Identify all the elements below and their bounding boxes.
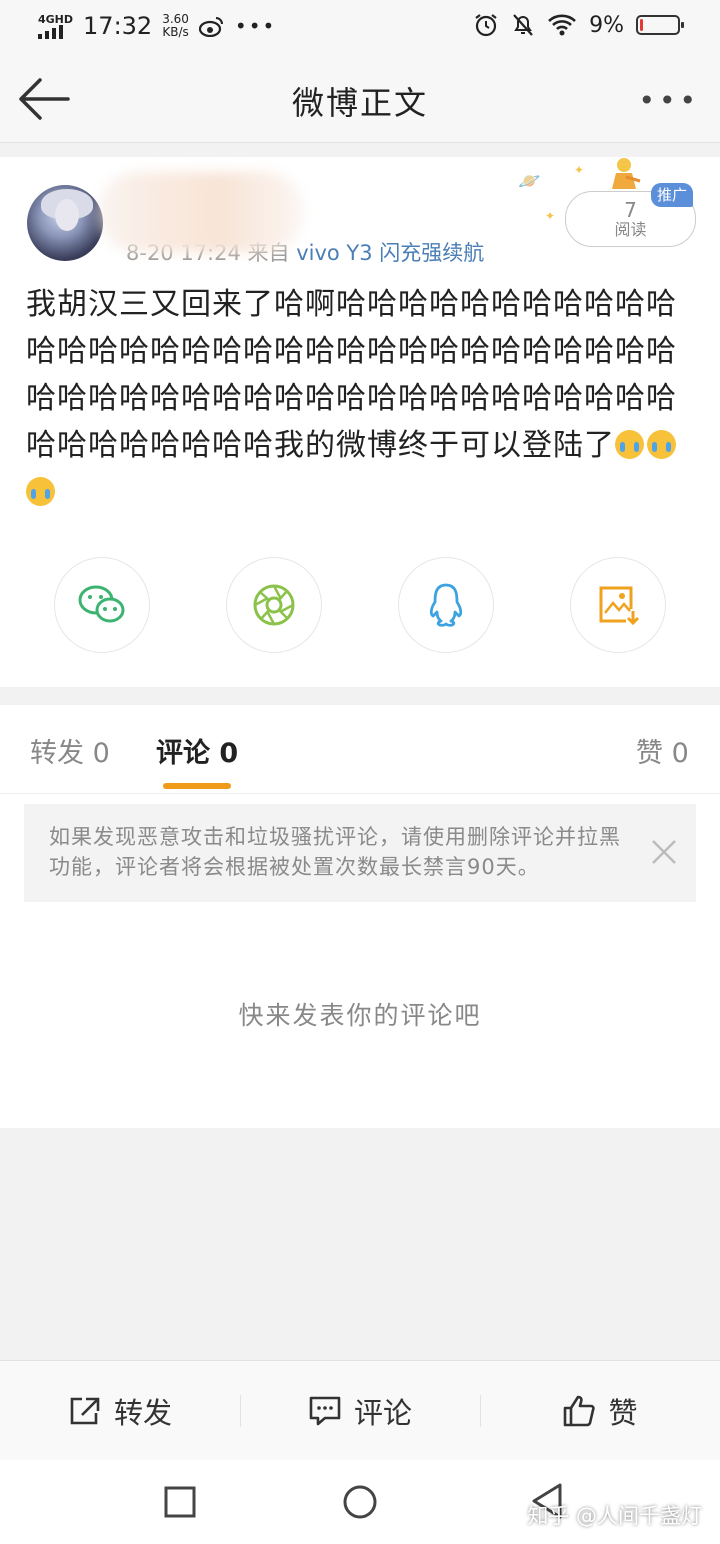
share-wechat-button[interactable] xyxy=(54,557,150,653)
repost-icon xyxy=(70,1397,100,1425)
crying-emoji-icon xyxy=(647,430,676,459)
crying-emoji-icon xyxy=(26,477,55,506)
tab-likes-count: 0 xyxy=(671,738,689,769)
clock: 17:32 xyxy=(83,12,153,40)
tab-likes[interactable]: 赞 0 xyxy=(636,731,689,770)
repost-button[interactable]: 转发 xyxy=(0,1361,240,1461)
save-image-icon xyxy=(599,586,640,626)
battery-level-fill xyxy=(640,19,643,31)
post-content: 我胡汉三又回来了哈啊哈哈哈哈哈哈哈哈哈哈哈哈哈哈哈哈哈哈哈哈哈哈哈哈哈哈哈哈哈哈… xyxy=(26,281,698,516)
interaction-tabs: 转发 0 评论 0 赞 0 xyxy=(0,705,720,794)
comment-label: 评论 xyxy=(353,1396,412,1430)
share-row xyxy=(54,557,666,653)
comments-section: 如果发现恶意攻击和垃圾骚扰评论，请使用删除评论并拉黑功能，评论者将会根据被处置次… xyxy=(0,794,720,1128)
promote-badge[interactable]: 推广 xyxy=(651,183,693,207)
tab-comments[interactable]: 评论 0 xyxy=(156,731,238,770)
page-title: 微博正文 xyxy=(291,84,428,122)
like-label: 赞 xyxy=(608,1396,638,1430)
username-blurred[interactable] xyxy=(98,172,304,252)
tab-reposts-label: 转发 xyxy=(30,738,84,769)
top-navigation-bar: 微博正文 ••• xyxy=(0,56,720,143)
battery-percent: 9% xyxy=(589,12,624,38)
close-icon[interactable] xyxy=(650,838,678,866)
share-moments-button[interactable] xyxy=(226,557,322,653)
share-qq-button[interactable] xyxy=(398,557,494,653)
notice-text: 如果发现恶意攻击和垃圾骚扰评论，请使用删除评论并拉黑功能，评论者将会根据被处置次… xyxy=(49,825,621,879)
system-navigation-bar: 知乎 @人间千盏灯 xyxy=(0,1460,720,1544)
alarm-icon xyxy=(475,14,497,37)
tab-comments-count: 0 xyxy=(219,738,239,769)
signal-indicator: 4GHD xyxy=(38,14,73,39)
post-card: 8-20 17:24 来自 vivo Y3 闪充强续航 🪐 ✦ ✦ 7 阅读 推… xyxy=(0,157,720,687)
more-notifications-icon: ••• xyxy=(234,14,277,38)
moments-icon xyxy=(253,584,295,626)
little-prince-decoration-icon xyxy=(612,158,641,189)
post-device[interactable]: vivo Y3 闪充强续航 xyxy=(296,241,484,265)
repost-label: 转发 xyxy=(113,1396,172,1430)
comment-button[interactable]: 评论 xyxy=(240,1361,480,1461)
avatar-face xyxy=(55,199,79,231)
read-label: 阅读 xyxy=(614,220,647,239)
tab-comments-label: 评论 xyxy=(156,738,210,769)
active-tab-indicator xyxy=(163,783,231,789)
wifi-icon xyxy=(548,14,576,36)
watermark: 知乎 @人间千盏灯 xyxy=(527,1504,702,1528)
mute-icon xyxy=(513,14,533,36)
planet-decoration-icon: 🪐 xyxy=(518,171,541,192)
bottom-action-bar: 转发 评论 赞 xyxy=(0,1360,720,1461)
like-button[interactable]: 赞 xyxy=(480,1361,720,1461)
comment-icon xyxy=(309,1396,341,1426)
empty-comments-hint[interactable]: 快来发表你的评论吧 xyxy=(0,996,720,1032)
tab-likes-label: 赞 xyxy=(636,738,663,769)
more-options-button[interactable]: ••• xyxy=(638,84,700,117)
star-decoration-icon: ✦ xyxy=(574,163,585,177)
star-decoration-icon: ✦ xyxy=(545,209,556,223)
save-image-button[interactable] xyxy=(570,557,666,653)
post-text: 我胡汉三又回来了哈啊哈哈哈哈哈哈哈哈哈哈哈哈哈哈哈哈哈哈哈哈哈哈哈哈哈哈哈哈哈哈… xyxy=(26,287,677,463)
qq-icon xyxy=(429,583,463,627)
net-speed-unit: KB/s xyxy=(162,25,189,39)
tab-reposts[interactable]: 转发 0 xyxy=(30,731,110,770)
recent-apps-icon[interactable] xyxy=(164,1486,196,1518)
home-icon[interactable] xyxy=(342,1484,378,1520)
wechat-icon xyxy=(78,585,125,623)
status-bar: 4GHD 17:32 3.60 KB/s ••• 9% xyxy=(0,0,720,56)
net-speed: 3.60 KB/s xyxy=(162,13,189,39)
avatar[interactable] xyxy=(27,185,103,261)
comment-policy-notice: 如果发现恶意攻击和垃圾骚扰评论，请使用删除评论并拉黑功能，评论者将会根据被处置次… xyxy=(24,804,696,902)
battery-icon xyxy=(636,15,684,35)
network-type: 4GHD xyxy=(38,12,74,26)
crying-emoji-icon xyxy=(615,430,644,459)
weibo-notification-icon xyxy=(198,17,223,37)
tab-reposts-count: 0 xyxy=(92,738,110,769)
thumbs-up-icon xyxy=(564,1395,596,1427)
signal-bars-icon xyxy=(38,24,63,39)
